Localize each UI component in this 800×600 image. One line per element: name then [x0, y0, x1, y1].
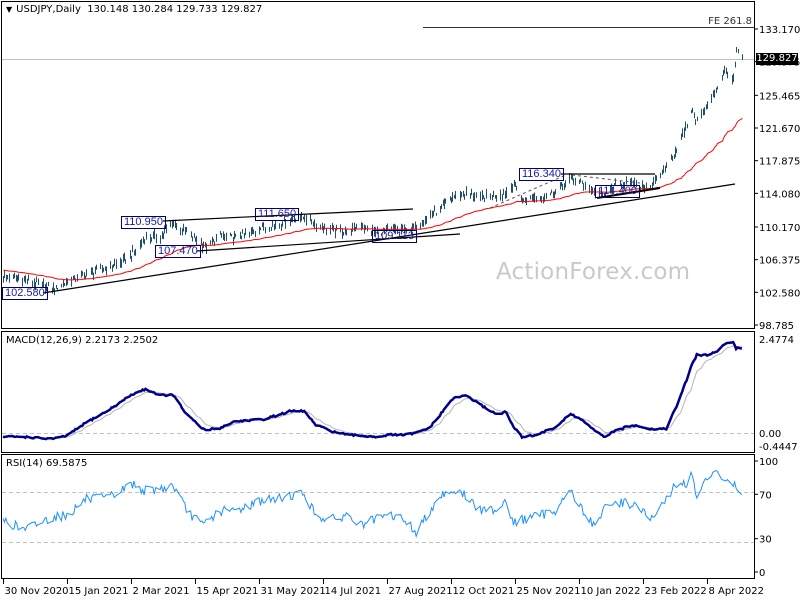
macd-panel-frame	[1, 331, 755, 453]
rsi-axis-label: 100	[759, 457, 778, 468]
date-axis-label: 15 Jan 2021	[69, 586, 129, 597]
price-axis-label: 121.670	[759, 124, 800, 135]
date-axis-label: 8 Apr 2022	[709, 586, 764, 597]
date-axis-label: 15 Apr 2021	[197, 586, 259, 597]
ohlc-values: 130.148 130.284 129.733 129.827	[87, 4, 263, 15]
macd-axis-label: 0.00	[759, 429, 781, 440]
current-price-tag: 129.827	[756, 53, 798, 65]
rsi-axis-label: 70	[759, 490, 772, 501]
watermark: ActionForex.com	[496, 259, 691, 285]
macd-title: MACD(12,26,9) 2.2173 2.2502	[6, 335, 159, 346]
price-bars	[3, 47, 743, 296]
date-axis-label: 27 Aug 2021	[389, 586, 453, 597]
chart-canvas: 133.170129.375125.465121.670117.875114.0…	[1, 1, 800, 597]
date-axis-label: 25 Nov 2021	[517, 586, 581, 597]
price-axis-label: 106.375	[759, 256, 800, 267]
macd-main-line	[2, 340, 743, 441]
rsi-panel-frame	[1, 454, 755, 579]
rsi-axis-label: 30	[759, 535, 772, 546]
price-axis-label: 117.875	[759, 157, 800, 168]
fe-label: FE 261.8	[708, 16, 752, 27]
moving-average-line	[3, 117, 743, 281]
rsi-axis-label: 0	[759, 568, 765, 579]
date-axis-label: 12 Oct 2021	[453, 586, 515, 597]
axes: 133.170129.375125.465121.670117.875114.0…	[3, 25, 800, 597]
date-axis-label: 23 Feb 2022	[645, 586, 707, 597]
rsi-line	[2, 469, 743, 539]
label-116-340[interactable]: 116.340	[519, 168, 564, 181]
label-111-650[interactable]: 111.650	[255, 208, 300, 221]
price-axis-label: 114.080	[759, 189, 800, 200]
price-axis-label: 98.785	[759, 321, 794, 332]
symbol-label: USDJPY,Daily	[16, 4, 81, 15]
date-axis-label: 30 Nov 2020	[5, 586, 69, 597]
label-102-580[interactable]: 102.580	[2, 287, 48, 300]
macd-axis-label: 2.4774	[759, 335, 794, 346]
date-axis-label: 10 Jan 2022	[581, 586, 641, 597]
date-axis-label: 2 Mar 2021	[133, 586, 190, 597]
label-109-113[interactable]: 109.113	[372, 230, 417, 243]
price-axis-label: 125.465	[759, 91, 800, 102]
macd-axis-label: -0.4447	[759, 442, 798, 453]
price-axis-label: 102.580	[759, 288, 800, 299]
rsi-title: RSI(14) 69.5875	[6, 458, 88, 469]
date-axis-label: 31 May 2021	[261, 586, 326, 597]
price-axis-label: 110.170	[759, 223, 800, 234]
macd-signal-line	[2, 345, 742, 439]
date-axis-label: 14 Jul 2021	[325, 586, 382, 597]
chart-header: ▼ USDJPY,Daily 130.148 130.284 129.733 12…	[6, 4, 262, 15]
price-axis-label: 133.170	[759, 25, 800, 36]
dropdown-triangle-icon[interactable]: ▼	[6, 5, 12, 14]
label-114-400[interactable]: 114.400	[595, 185, 640, 198]
label-110-950[interactable]: 110.950	[121, 216, 166, 229]
label-107-470[interactable]: 107.470	[155, 245, 201, 258]
